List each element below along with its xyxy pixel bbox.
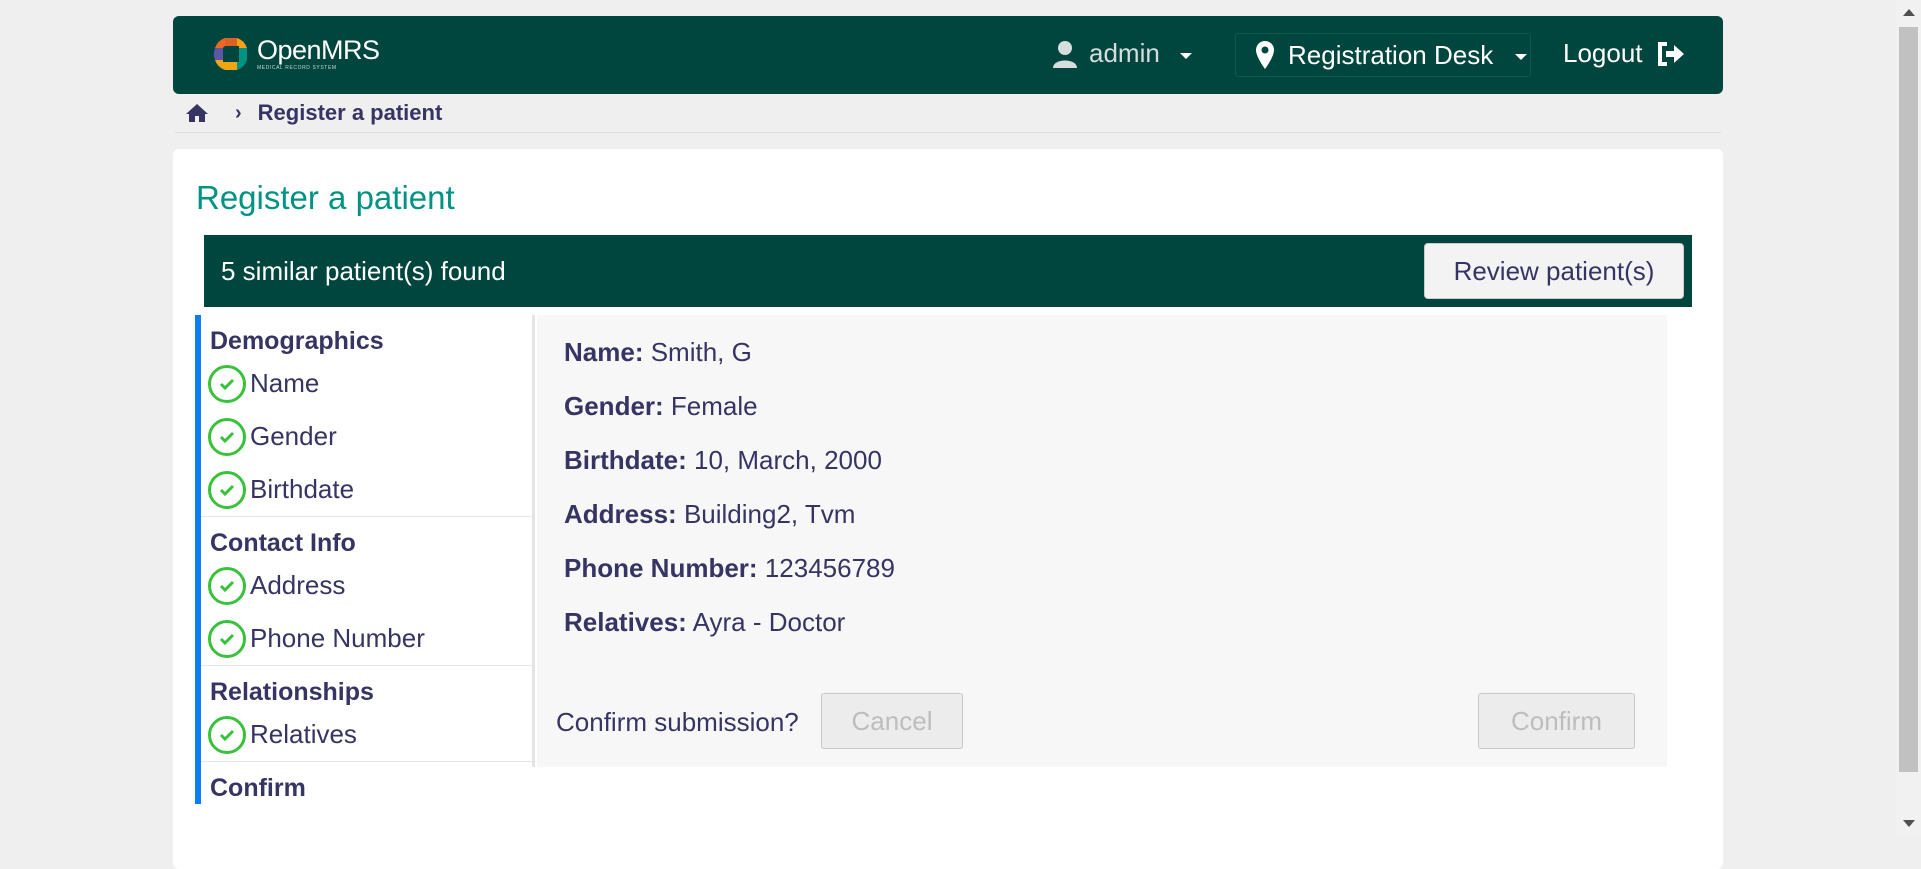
sidebar-item-relatives[interactable]: Relatives [201, 708, 535, 761]
section-title-contact-info[interactable]: Contact Info [201, 517, 535, 559]
section-relationships: Relationships Relatives [201, 666, 535, 762]
page-title: Register a patient [196, 179, 455, 216]
check-circle-icon [208, 417, 246, 456]
section-title-confirm[interactable]: Confirm [201, 762, 535, 804]
home-icon[interactable] [185, 103, 209, 123]
check-circle-icon [208, 619, 246, 658]
summary-value: Building2, Tvm [683, 499, 856, 529]
summary-label: Name: [564, 337, 644, 367]
check-circle-icon [208, 566, 246, 605]
summary-label: Phone Number: [564, 553, 758, 583]
review-patients-button[interactable]: Review patient(s) [1424, 243, 1684, 299]
section-demographics: Demographics Name Gender Birthdate [201, 315, 535, 517]
summary-name: Name: Smith, G [564, 337, 752, 368]
user-name: admin [1089, 38, 1160, 68]
sidebar-item-label: Gender [250, 421, 337, 451]
user-chevron-down-icon [1179, 52, 1192, 59]
confirm-question: Confirm submission? [556, 707, 799, 737]
breadcrumb-chevron-right-icon: › [235, 101, 242, 124]
check-circle-icon [208, 715, 246, 754]
summary-address: Address: Building2, Tvm [564, 499, 855, 530]
check-circle-icon [208, 364, 246, 403]
sidebar-item-label: Phone Number [250, 623, 425, 653]
sidebar-item-gender[interactable]: Gender [201, 410, 535, 463]
section-confirm: Confirm [201, 762, 535, 804]
section-title-demographics[interactable]: Demographics [201, 315, 535, 357]
confirm-button[interactable]: Confirm [1478, 693, 1635, 749]
sidebar-item-label: Birthdate [250, 474, 355, 504]
main-card: Register a patient 5 similar patient(s) … [173, 149, 1723, 869]
form-sections-sidebar: Demographics Name Gender Birthdate Conta… [195, 315, 535, 804]
sidebar-item-label: Relatives [250, 719, 357, 749]
summary-value: Smith, G [650, 337, 752, 367]
openmrs-logo[interactable]: OpenMRS MEDICAL RECORD SYSTEM [211, 34, 380, 74]
scroll-up-arrow-icon[interactable] [1903, 9, 1915, 16]
section-contact-info: Contact Info Address Phone Number [201, 517, 535, 666]
user-icon [1053, 40, 1077, 68]
sidebar-item-name[interactable]: Name [201, 357, 535, 410]
sidebar-item-address[interactable]: Address [201, 559, 535, 612]
location-chevron-down-icon [1515, 54, 1528, 60]
page-scrollbar[interactable] [1896, 0, 1921, 836]
breadcrumb-current: Register a patient [257, 100, 443, 125]
summary-label: Birthdate: [564, 445, 687, 475]
summary-value: Ayra - Doctor [692, 607, 846, 637]
openmrs-logo-icon [213, 38, 247, 70]
map-marker-icon [1256, 41, 1274, 69]
scroll-down-arrow-icon[interactable] [1903, 820, 1915, 827]
similar-patients-banner: 5 similar patient(s) found Review patien… [204, 235, 1692, 307]
sign-out-icon [1657, 41, 1684, 66]
summary-label: Address: [564, 499, 677, 529]
summary-birthdate: Birthdate: 10, March, 2000 [564, 445, 882, 476]
confirmation-summary: Name: Smith, G Gender: Female Birthdate:… [537, 315, 1667, 767]
scrollbar-thumb[interactable] [1899, 27, 1918, 772]
logout-link[interactable]: Logout [1563, 38, 1685, 69]
location-menu[interactable]: Registration Desk [1235, 33, 1531, 77]
summary-label: Gender: [564, 391, 664, 421]
check-circle-icon [208, 470, 246, 509]
summary-relatives: Relatives: Ayra - Doctor [564, 607, 845, 638]
logout-label: Logout [1563, 38, 1643, 68]
logo-subtitle: MEDICAL RECORD SYSTEM [257, 65, 337, 71]
logo-name: OpenMRS [257, 35, 380, 65]
sidebar-item-label: Address [250, 570, 346, 600]
sidebar-divider [532, 315, 535, 767]
sidebar-item-phone-number[interactable]: Phone Number [201, 612, 535, 665]
location-name: Registration Desk [1288, 39, 1494, 70]
summary-value: Female [670, 391, 758, 421]
summary-value: 10, March, 2000 [694, 445, 882, 475]
app-header: OpenMRS MEDICAL RECORD SYSTEM admin Regi… [173, 16, 1723, 94]
page-wrapper: OpenMRS MEDICAL RECORD SYSTEM admin Regi… [173, 16, 1723, 869]
summary-gender: Gender: Female [564, 391, 758, 422]
summary-value: 123456789 [764, 553, 895, 583]
summary-label: Relatives: [564, 607, 687, 637]
summary-phone-number: Phone Number: 123456789 [564, 553, 895, 584]
sidebar-item-label: Name [250, 368, 320, 398]
cancel-button[interactable]: Cancel [821, 693, 963, 749]
breadcrumb: › Register a patient [175, 94, 1721, 133]
section-title-relationships[interactable]: Relationships [201, 666, 535, 708]
user-menu[interactable]: admin [1053, 38, 1192, 69]
similar-patients-text: 5 similar patient(s) found [221, 255, 506, 286]
sidebar-item-birthdate[interactable]: Birthdate [201, 463, 535, 516]
